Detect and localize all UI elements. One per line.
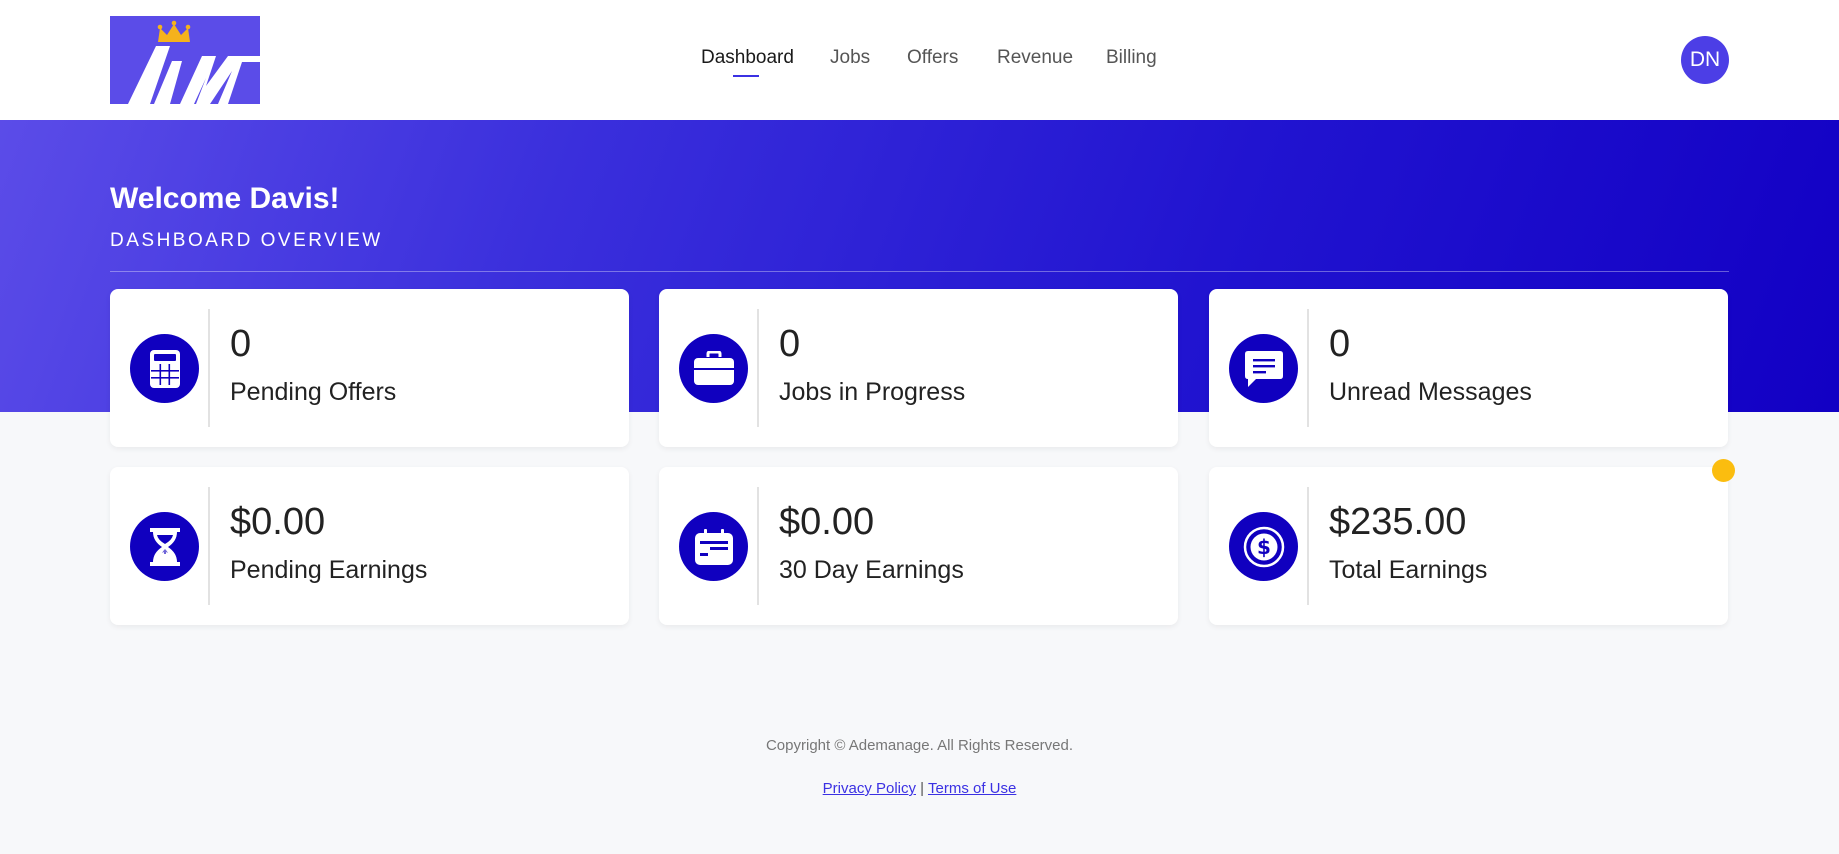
stat-label: Total Earnings: [1329, 556, 1488, 584]
nav-offers[interactable]: Offers: [907, 47, 958, 69]
card-divider: [1307, 487, 1309, 605]
calendar-card-icon: [679, 512, 748, 581]
logo[interactable]: [110, 16, 260, 104]
card-divider: [1307, 309, 1309, 427]
main-nav: Dashboard Jobs Offers Revenue Billing: [0, 0, 1839, 120]
terms-of-use-link[interactable]: Terms of Use: [928, 780, 1016, 797]
card-divider: [757, 487, 759, 605]
stat-card-pending-offers[interactable]: 0 Pending Offers: [110, 289, 629, 447]
welcome-heading: Welcome Davis!: [110, 182, 340, 215]
stat-card-total-earnings[interactable]: $ $235.00 Total Earnings: [1209, 467, 1728, 625]
briefcase-icon: [679, 334, 748, 403]
user-avatar[interactable]: DN: [1681, 36, 1729, 84]
stat-card-30-day-earnings[interactable]: $0.00 30 Day Earnings: [659, 467, 1178, 625]
stat-card-jobs-in-progress[interactable]: 0 Jobs in Progress: [659, 289, 1178, 447]
message-icon: [1229, 334, 1298, 403]
card-divider: [208, 309, 210, 427]
stat-card-unread-messages[interactable]: 0 Unread Messages: [1209, 289, 1728, 447]
card-divider: [757, 309, 759, 427]
hourglass-icon: [130, 512, 199, 581]
stat-label: 30 Day Earnings: [779, 556, 964, 584]
nav-dashboard[interactable]: Dashboard: [701, 47, 794, 69]
nav-revenue[interactable]: Revenue: [997, 47, 1073, 69]
dollar-coin-icon: $: [1229, 512, 1298, 581]
stat-label: Unread Messages: [1329, 378, 1532, 406]
stat-value: 0: [230, 323, 252, 365]
nav-billing[interactable]: Billing: [1106, 47, 1157, 69]
svg-text:$: $: [1257, 535, 1271, 559]
top-navbar: Dashboard Jobs Offers Revenue Billing DN: [0, 0, 1839, 120]
calculator-icon: [130, 334, 199, 403]
stat-value: $0.00: [779, 501, 875, 543]
footer-separator: |: [920, 780, 925, 797]
active-nav-indicator: [733, 75, 759, 77]
footer-links: Privacy Policy | Terms of Use: [0, 780, 1839, 797]
stat-value: 0: [779, 323, 801, 365]
privacy-policy-link[interactable]: Privacy Policy: [823, 780, 916, 797]
stat-value: $235.00: [1329, 501, 1467, 543]
stat-label: Pending Earnings: [230, 556, 428, 584]
stat-card-pending-earnings[interactable]: $0.00 Pending Earnings: [110, 467, 629, 625]
stat-value: 0: [1329, 323, 1351, 365]
notification-dot[interactable]: [1712, 459, 1735, 482]
stat-label: Jobs in Progress: [779, 378, 966, 406]
nav-jobs[interactable]: Jobs: [830, 47, 870, 69]
divider: [110, 271, 1729, 272]
stat-value: $0.00: [230, 501, 326, 543]
stat-label: Pending Offers: [230, 378, 397, 406]
dashboard-subtitle: DASHBOARD OVERVIEW: [110, 230, 383, 251]
copyright-text: Copyright © Ademanage. All Rights Reserv…: [765, 737, 1074, 754]
card-divider: [208, 487, 210, 605]
